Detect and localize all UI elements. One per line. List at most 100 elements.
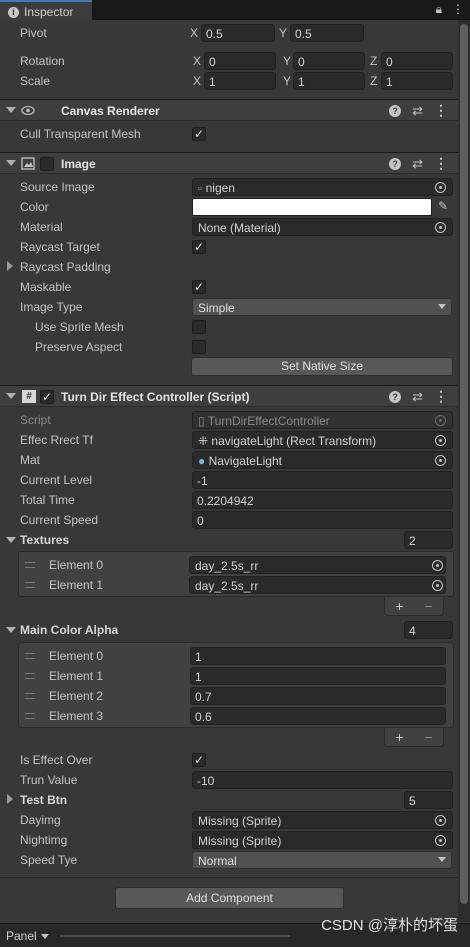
- test-btn-size-field[interactable]: 5: [404, 791, 453, 809]
- image-header[interactable]: Image ? ⇄ ⋮: [0, 152, 458, 174]
- drag-handle-icon[interactable]: [25, 673, 35, 679]
- script-header[interactable]: # ✓ Turn Dir Effect Controller (Script) …: [0, 385, 458, 407]
- object-picker-icon[interactable]: [432, 580, 443, 591]
- pivot-y-field[interactable]: 0.5: [290, 24, 364, 42]
- alpha-field[interactable]: 1: [190, 647, 446, 665]
- object-picker-icon[interactable]: [435, 222, 446, 233]
- main-color-alpha-size-field[interactable]: 4: [404, 621, 453, 639]
- resize-handle[interactable]: [60, 935, 290, 937]
- scale-y-field[interactable]: 1: [293, 72, 365, 90]
- script-enable-checkbox[interactable]: ✓: [40, 390, 54, 404]
- main-color-alpha-list: Element 0 1 Element 1 1 Element 2 0.7 El…: [18, 642, 454, 728]
- object-picker-icon[interactable]: [432, 560, 443, 571]
- textures-size-field[interactable]: 2: [404, 531, 453, 549]
- pivot-x-field[interactable]: 0.5: [201, 24, 275, 42]
- object-picker-icon[interactable]: [435, 835, 446, 846]
- kebab-menu-icon[interactable]: ⋮: [434, 156, 448, 172]
- fold-arrow-icon[interactable]: [7, 261, 13, 271]
- inspector-tab[interactable]: i Inspector: [0, 0, 92, 20]
- rotation-y-field[interactable]: 0: [293, 52, 365, 70]
- remove-element-icon[interactable]: −: [424, 729, 432, 745]
- object-picker-icon[interactable]: [435, 435, 446, 446]
- alpha-field[interactable]: 1: [190, 667, 446, 685]
- total-time-row: Total Time 0.2204942: [0, 490, 458, 510]
- help-icon[interactable]: ?: [389, 158, 402, 170]
- mat-field[interactable]: ● NavigateLight: [192, 451, 453, 469]
- current-speed-field[interactable]: 0: [192, 511, 453, 529]
- help-icon[interactable]: ?: [389, 391, 402, 403]
- drag-handle-icon[interactable]: [25, 562, 35, 568]
- fold-arrow-icon[interactable]: [6, 107, 16, 113]
- raycast-padding-label: Raycast Padding: [20, 260, 111, 274]
- drag-handle-icon[interactable]: [25, 653, 35, 659]
- add-element-icon[interactable]: +: [395, 598, 403, 614]
- mat-row: Mat ● NavigateLight: [0, 450, 458, 470]
- alpha-field[interactable]: 0.7: [190, 687, 446, 705]
- test-btn-row[interactable]: Test Btn 5: [0, 790, 458, 810]
- material-field[interactable]: None (Material): [192, 218, 453, 236]
- canvas-renderer-header[interactable]: Canvas Renderer ? ⇄ ⋮: [0, 99, 458, 121]
- rotation-x-field[interactable]: 0: [204, 52, 276, 70]
- fold-arrow-icon[interactable]: [6, 627, 16, 633]
- current-level-field[interactable]: -1: [192, 471, 453, 489]
- info-icon: i: [8, 6, 19, 18]
- effec-field[interactable]: ⁜ navigateLight (Rect Transform): [192, 431, 453, 449]
- maskable-label: Maskable: [20, 280, 72, 294]
- trun-value-field[interactable]: -10: [192, 771, 453, 789]
- source-image-field[interactable]: ▫ nigen: [192, 178, 453, 196]
- raycast-target-checkbox[interactable]: ✓: [192, 240, 206, 254]
- image-enable-checkbox[interactable]: [40, 157, 54, 171]
- dayimg-field[interactable]: Missing (Sprite): [192, 811, 453, 829]
- color-swatch[interactable]: [192, 198, 432, 216]
- kebab-menu-icon[interactable]: ⋮: [434, 389, 448, 405]
- raycast-target-row: Raycast Target ✓: [0, 237, 458, 257]
- object-picker-icon[interactable]: [435, 815, 446, 826]
- texture-field[interactable]: day_2.5s_rr: [189, 556, 446, 574]
- drag-handle-icon[interactable]: [25, 582, 35, 588]
- fold-arrow-icon[interactable]: [6, 537, 16, 543]
- main-color-alpha-row[interactable]: Main Color Alpha 4: [0, 620, 458, 640]
- script-file-icon: ▯: [198, 414, 205, 428]
- help-icon[interactable]: ?: [389, 105, 402, 117]
- presets-icon[interactable]: ⇄: [412, 389, 423, 405]
- nightimg-field[interactable]: Missing (Sprite): [192, 831, 453, 849]
- fold-arrow-icon[interactable]: [6, 393, 16, 399]
- eyedropper-icon[interactable]: ✎: [438, 199, 448, 213]
- remove-element-icon[interactable]: −: [424, 598, 432, 614]
- use-sprite-mesh-checkbox[interactable]: [192, 320, 206, 334]
- drag-handle-icon[interactable]: [25, 713, 35, 719]
- panel-dropdown[interactable]: Panel: [6, 929, 49, 943]
- fold-arrow-icon[interactable]: [6, 160, 16, 166]
- total-time-field[interactable]: 0.2204942: [192, 491, 453, 509]
- watermark: CSDN @淳朴的坏蛋: [321, 917, 458, 934]
- textures-row[interactable]: Textures 2: [0, 530, 458, 550]
- is-effect-over-checkbox[interactable]: ✓: [192, 753, 206, 767]
- maskable-checkbox[interactable]: ✓: [192, 280, 206, 294]
- texture-field[interactable]: day_2.5s_rr: [189, 576, 446, 594]
- presets-icon[interactable]: ⇄: [412, 103, 423, 119]
- cull-checkbox[interactable]: ✓: [192, 127, 206, 141]
- add-element-icon[interactable]: +: [395, 729, 403, 745]
- kebab-menu-icon[interactable]: ⋮: [452, 2, 464, 17]
- lock-icon[interactable]: 🔒︎: [436, 2, 442, 17]
- main-color-alpha-list-footer: + −: [384, 728, 444, 747]
- scrollbar-thumb[interactable]: [460, 24, 468, 904]
- object-picker-icon[interactable]: [435, 455, 446, 466]
- raycast-padding-row[interactable]: Raycast Padding: [0, 257, 458, 277]
- add-component-button[interactable]: Add Component: [115, 887, 344, 909]
- fold-arrow-icon[interactable]: [7, 794, 13, 804]
- rotation-z-field[interactable]: 0: [381, 52, 453, 70]
- object-picker-icon[interactable]: [435, 182, 446, 193]
- speed-tye-dropdown[interactable]: Normal: [192, 851, 452, 869]
- preserve-aspect-checkbox[interactable]: [192, 340, 206, 354]
- axis-x-label: X: [193, 74, 202, 88]
- presets-icon[interactable]: ⇄: [412, 156, 423, 172]
- drag-handle-icon[interactable]: [25, 693, 35, 699]
- scale-z-field[interactable]: 1: [381, 72, 453, 90]
- set-native-size-button[interactable]: Set Native Size: [191, 357, 453, 376]
- total-time-label: Total Time: [20, 493, 75, 507]
- scale-x-field[interactable]: 1: [204, 72, 276, 90]
- kebab-menu-icon[interactable]: ⋮: [434, 103, 448, 119]
- alpha-field[interactable]: 0.6: [190, 707, 446, 725]
- image-type-dropdown[interactable]: Simple: [192, 298, 452, 316]
